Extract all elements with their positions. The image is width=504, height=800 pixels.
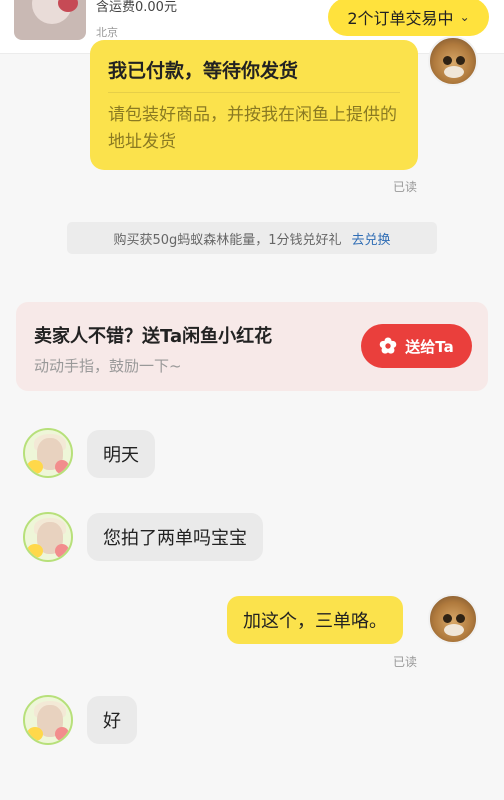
send-flower-title: 卖家人不错？送Ta闲鱼小红花 <box>34 326 273 347</box>
message-bubble[interactable]: 好 <box>87 696 137 744</box>
chevron-down-icon: ⌄ <box>459 10 470 24</box>
avatar-chick <box>27 544 43 558</box>
message-bubble[interactable]: 您拍了两单吗宝宝 <box>87 513 263 561</box>
seller-location: 北京 <box>96 26 118 39</box>
send-flower-card: 卖家人不错？送Ta闲鱼小红花 动动手指，鼓励一下~ 送给Ta <box>16 302 488 391</box>
seller-avatar[interactable] <box>23 695 73 745</box>
avatar-badge <box>55 727 69 741</box>
avatar-eye <box>443 56 452 65</box>
avatar-snout <box>444 624 464 636</box>
product-thumbnail[interactable] <box>14 0 86 40</box>
buyer-avatar[interactable] <box>428 594 478 644</box>
orders-in-progress-button[interactable]: 2个订单交易中 ⌄ <box>328 0 489 36</box>
promo-banner: 购买获50g蚂蚁森林能量，1分钱兑好礼 去兑换 <box>67 222 437 254</box>
read-receipt: 已读 <box>393 180 418 194</box>
promo-text: 购买获50g蚂蚁森林能量，1分钱兑好礼 <box>113 232 342 248</box>
payment-status-title: 我已付款，等待你发货 <box>108 60 299 82</box>
shipping-fee: 含运费0.00元 <box>96 0 177 15</box>
avatar-snout <box>444 66 464 78</box>
card-divider <box>108 92 400 93</box>
orders-in-progress-label: 2个订单交易中 <box>347 9 454 28</box>
message-bubble[interactable]: 明天 <box>87 430 155 478</box>
avatar-chick <box>27 727 43 741</box>
seller-avatar[interactable] <box>23 428 73 478</box>
thumbnail-shape <box>58 0 78 12</box>
avatar-eye <box>443 614 452 623</box>
payment-status-description: 请包装好商品，并按我在闲鱼上提供的地址发货 <box>108 105 397 152</box>
send-flower-button[interactable]: 送给Ta <box>361 324 472 368</box>
payment-status-card[interactable]: 我已付款，等待你发货 请包装好商品，并按我在闲鱼上提供的地址发货 <box>90 40 418 170</box>
read-receipt: 已读 <box>393 655 418 669</box>
send-flower-label: 送给Ta <box>405 337 454 356</box>
message-bubble[interactable]: 加这个，三单咯。 <box>227 596 403 644</box>
avatar-badge <box>55 460 69 474</box>
avatar-eye <box>456 56 465 65</box>
avatar-eye <box>456 614 465 623</box>
avatar-chick <box>27 460 43 474</box>
avatar-badge <box>55 544 69 558</box>
flower-icon <box>380 337 397 354</box>
send-flower-subtitle: 动动手指，鼓励一下~ <box>34 357 182 375</box>
buyer-avatar[interactable] <box>428 36 478 86</box>
redeem-link[interactable]: 去兑换 <box>352 229 391 248</box>
seller-avatar[interactable] <box>23 512 73 562</box>
